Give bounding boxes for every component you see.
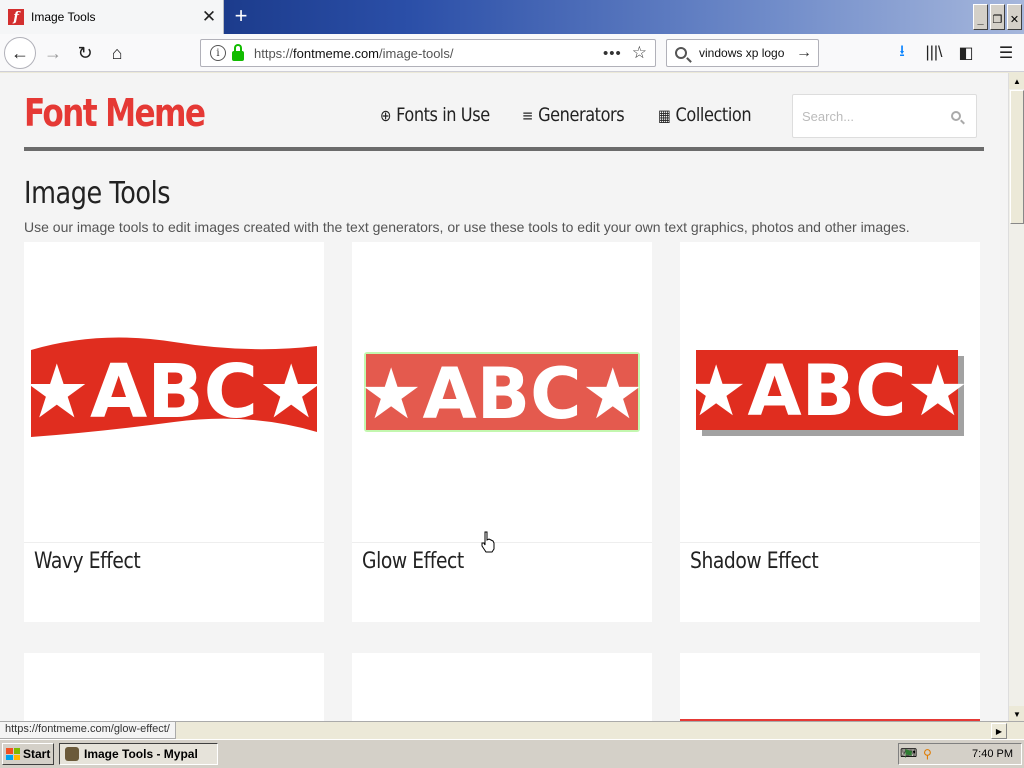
page-actions-icon[interactable]: ••• xyxy=(603,45,622,62)
close-window-button[interactable]: ✕ xyxy=(1007,4,1022,30)
header-divider xyxy=(24,147,984,151)
card-divider xyxy=(24,542,324,543)
status-url: https://fontmeme.com/glow-effect/ xyxy=(0,722,176,739)
arrow-right-icon: → xyxy=(44,42,62,63)
back-button[interactable]: ← xyxy=(4,37,36,69)
shadow-effect-image[interactable]: ★ABC★ xyxy=(680,242,980,542)
search-go-icon[interactable]: → xyxy=(796,44,812,62)
status-bar: https://fontmeme.com/glow-effect/ ▶ xyxy=(0,721,1024,739)
glow-effect-image[interactable]: ★ABC★ xyxy=(352,242,652,542)
card-label[interactable]: Wavy Effect xyxy=(34,549,141,574)
library-button[interactable]: |||\ xyxy=(920,38,948,68)
scroll-up-icon[interactable]: ▲ xyxy=(1009,73,1024,89)
card-divider xyxy=(680,542,980,543)
navigation-toolbar: ← → ↻ ⌂ i https://fontmeme.com/image-too… xyxy=(0,34,1024,72)
bookmark-star-icon[interactable]: ☆ xyxy=(632,43,647,63)
search-query[interactable]: vindows xp logo xyxy=(699,46,796,60)
target-icon: ⊕ xyxy=(380,105,391,125)
nav-label: Generators xyxy=(538,104,625,126)
url-prefix: https:// xyxy=(254,45,294,61)
hand-cursor-icon xyxy=(481,531,495,553)
start-button[interactable]: Start xyxy=(2,743,54,765)
start-label: Start xyxy=(23,747,51,761)
site-search-input[interactable]: Search... xyxy=(792,94,977,138)
hamburger-icon: ☰ xyxy=(998,45,1014,62)
new-tab-button[interactable]: + xyxy=(230,4,252,28)
tab-strip: f Image Tools ✕ + _ ❐ ✕ xyxy=(0,0,1024,34)
card-glow-effect[interactable]: ★ABC★ Glow Effect xyxy=(352,242,652,622)
downloads-button[interactable]: ⭳ xyxy=(888,38,916,68)
task-label: Image Tools - Mypal xyxy=(84,747,198,761)
arrow-left-icon: ← xyxy=(11,42,29,63)
page-viewport: Font Meme ⊕ Fonts in Use ≡ Generators ▦ … xyxy=(0,73,1008,721)
nav-collection[interactable]: ▦ Collection xyxy=(658,104,752,126)
windows-logo-icon xyxy=(6,748,20,760)
wavy-graphic-text: ★ABC★ xyxy=(24,349,324,435)
page-description: Use our image tools to edit images creat… xyxy=(24,219,910,235)
card-divider xyxy=(352,542,652,543)
taskbar: Start Image Tools - Mypal ⌨ ⚑ ⚲ 7:40 PM xyxy=(0,739,1024,768)
card-row2-3[interactable] xyxy=(680,653,980,721)
card-label[interactable]: Glow Effect xyxy=(362,549,464,574)
info-icon[interactable]: i xyxy=(210,45,226,61)
mypal-app-icon xyxy=(65,747,79,761)
sidebar-icon: ◧ xyxy=(958,45,974,62)
wavy-effect-image[interactable]: ★ABC★ xyxy=(24,242,324,542)
url-text[interactable]: https://fontmeme.com/image-tools/ xyxy=(254,46,603,61)
system-tray: ⚑ ⚲ 7:40 PM xyxy=(898,743,1022,765)
card-shadow-effect[interactable]: ★ABC★ Shadow Effect xyxy=(680,242,980,622)
library-icon: |||\ xyxy=(925,44,943,61)
window-controls: _ ❐ ✕ xyxy=(973,4,1022,30)
reload-button[interactable]: ↻ xyxy=(70,38,100,68)
taskbar-item-mypal[interactable]: Image Tools - Mypal xyxy=(59,743,218,765)
vertical-scrollbar[interactable]: ▲ ▼ xyxy=(1008,73,1024,722)
shadow-graphic-text: ★ABC★ xyxy=(685,350,969,432)
home-button[interactable]: ⌂ xyxy=(102,38,132,68)
browser-tab-image-tools[interactable]: f Image Tools ✕ xyxy=(0,0,224,34)
close-tab-icon[interactable]: ✕ xyxy=(199,7,219,27)
scroll-thumb[interactable] xyxy=(1010,90,1024,224)
glow-graphic-text: ★ABC★ xyxy=(360,353,644,435)
clock[interactable]: 7:40 PM xyxy=(972,748,1013,760)
minimize-button[interactable]: _ xyxy=(973,4,988,30)
edit-list-icon: ≡ xyxy=(522,105,533,125)
nav-label: Collection xyxy=(675,104,752,126)
card-label[interactable]: Shadow Effect xyxy=(690,549,819,574)
site-header: Font Meme ⊕ Fonts in Use ≡ Generators ▦ … xyxy=(24,73,984,153)
reload-icon: ↻ xyxy=(77,42,93,63)
scroll-down-icon[interactable]: ▼ xyxy=(1009,706,1024,722)
nav-generators[interactable]: ≡ Generators xyxy=(522,104,625,126)
search-tray-icon[interactable]: ⚲ xyxy=(923,747,939,761)
download-icon: ⭳ xyxy=(899,42,905,60)
nav-label: Fonts in Use xyxy=(396,104,490,126)
url-host: fontmeme.com xyxy=(293,45,380,61)
search-placeholder: Search... xyxy=(802,108,855,124)
search-bar[interactable]: vindows xp logo → xyxy=(666,39,819,67)
card-wavy-effect[interactable]: ★ABC★ Wavy Effect xyxy=(24,242,324,622)
site-logo[interactable]: Font Meme xyxy=(24,91,206,135)
nav-fonts-in-use[interactable]: ⊕ Fonts in Use xyxy=(380,104,490,126)
card-row2-2[interactable] xyxy=(352,653,652,721)
restore-button[interactable]: ❐ xyxy=(990,4,1005,30)
grid-icon: ▦ xyxy=(658,105,671,125)
home-icon: ⌂ xyxy=(111,42,123,63)
menu-button[interactable]: ☰ xyxy=(992,38,1020,68)
url-path: /image-tools/ xyxy=(379,45,454,61)
url-bar[interactable]: i https://fontmeme.com/image-tools/ ••• … xyxy=(200,39,656,67)
page-title: Image Tools xyxy=(24,176,171,211)
fontmeme-favicon-icon: f xyxy=(8,9,24,25)
forward-button[interactable]: → xyxy=(38,38,68,68)
lock-icon[interactable] xyxy=(232,44,244,61)
network-icon[interactable]: ⚑ xyxy=(903,747,919,761)
search-icon[interactable] xyxy=(951,111,961,121)
search-icon xyxy=(675,47,687,59)
card-row2-1[interactable] xyxy=(24,653,324,721)
sidebar-button[interactable]: ◧ xyxy=(952,38,980,68)
scroll-right-icon[interactable]: ▶ xyxy=(991,723,1007,739)
tab-title: Image Tools xyxy=(31,10,96,24)
